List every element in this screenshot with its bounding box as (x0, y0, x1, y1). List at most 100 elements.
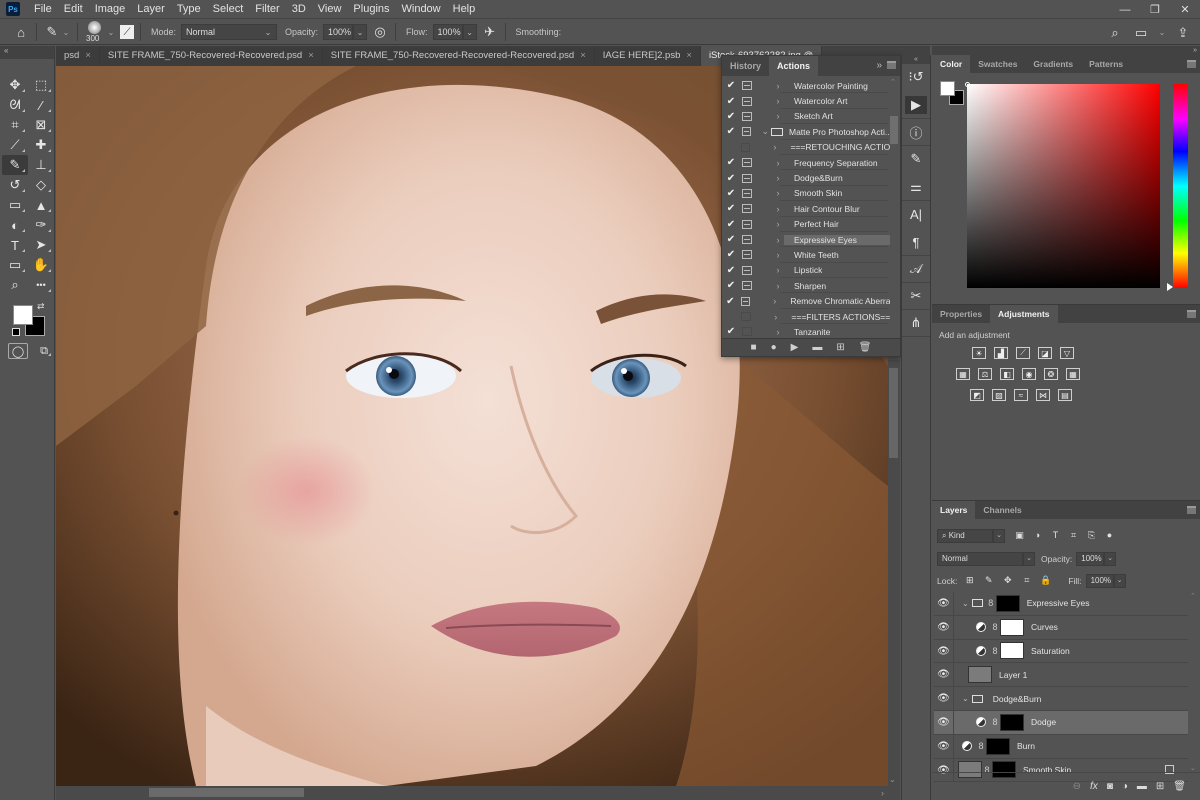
magic-wand-tool-icon[interactable]: ⁄ (28, 95, 54, 115)
mask-thumbnail[interactable] (986, 737, 1010, 755)
toggle-item-checkmark-icon[interactable]: ✔ (722, 157, 740, 168)
toggle-item-checkmark-icon[interactable]: ✔ (722, 296, 739, 307)
new-layer-button[interactable]: ⊞ (1156, 781, 1164, 792)
quick-mask-icon[interactable]: ◯ (8, 343, 28, 359)
dialog-toggle-icon[interactable] (740, 142, 751, 152)
action-item[interactable]: ✔ › Lipstick (722, 263, 890, 279)
action-item[interactable]: ✔ › Perfect Hair (722, 217, 890, 233)
blend-mode-select[interactable]: Normal (937, 552, 1023, 566)
visibility-eye-icon[interactable]: 👁 (934, 592, 954, 615)
threshold-icon[interactable]: ≈ (1014, 389, 1028, 401)
dialog-toggle-icon[interactable] (742, 235, 752, 245)
hue-saturation-icon[interactable]: ▦ (956, 368, 970, 380)
chevron-down-icon[interactable]: ⌄ (759, 126, 771, 137)
chevron-down-icon[interactable]: ⌄ (1023, 552, 1035, 566)
tab-layers[interactable]: Layers (932, 501, 976, 519)
expand-panel-icon[interactable]: » (876, 60, 882, 71)
invert-icon[interactable]: ◩ (970, 389, 984, 401)
move-tool-icon[interactable]: ✥ (2, 75, 28, 95)
lasso-tool-icon[interactable]: ᘛ (2, 95, 28, 115)
posterize-icon[interactable]: ▨ (992, 389, 1006, 401)
scroll-up-icon[interactable]: ⌃ (1190, 592, 1198, 600)
layers-scrollbar[interactable]: ⌃ ⌄ (1190, 592, 1198, 772)
tab-swatches[interactable]: Swatches (970, 55, 1025, 73)
hand-tool-icon[interactable]: ✋ (28, 255, 54, 275)
actions-icon[interactable]: ▶ (905, 96, 927, 114)
mask-thumbnail[interactable] (1000, 618, 1024, 636)
panel-menu-icon[interactable] (1187, 310, 1196, 318)
chevron-right-icon[interactable]: › (772, 250, 784, 260)
tab-patterns[interactable]: Patterns (1081, 55, 1131, 73)
dialog-toggle-icon[interactable] (742, 219, 752, 229)
visibility-eye-icon[interactable]: 👁 (934, 663, 954, 687)
layer-style-button[interactable]: fx (1090, 781, 1098, 792)
visibility-eye-icon[interactable]: 👁 (934, 615, 954, 639)
dialog-toggle-icon[interactable] (740, 296, 751, 306)
chevron-right-icon[interactable]: › (772, 281, 784, 291)
layer-name[interactable]: Burn (1017, 741, 1035, 751)
menu-3d[interactable]: 3D (286, 0, 312, 19)
chevron-right-icon[interactable]: › (772, 235, 784, 245)
link-icon[interactable]: 8 (990, 717, 1000, 727)
layer-thumbnail[interactable] (968, 666, 992, 684)
layer-row[interactable]: 👁 8 Dodge (934, 710, 1188, 735)
chevron-down-icon[interactable]: ⌄ (106, 23, 116, 41)
dialog-toggle-icon[interactable] (741, 312, 751, 322)
dialog-toggle-icon[interactable] (742, 188, 752, 198)
brush-preset-icon[interactable]: ✎ (43, 23, 61, 41)
restore-button[interactable]: ❐ (1140, 0, 1170, 19)
link-layers-button[interactable]: ⊖ (1073, 781, 1081, 792)
layer-row[interactable]: 👁 8 Curves (934, 615, 1188, 640)
chevron-down-icon[interactable]: ⌄ (962, 694, 969, 703)
menu-plugins[interactable]: Plugins (347, 0, 395, 19)
toggle-item-checkmark-icon[interactable]: ✔ (722, 203, 740, 214)
rectangle-tool-icon[interactable]: ▭ (2, 255, 28, 275)
curves-icon[interactable]: ⟋ (1016, 347, 1030, 359)
chevron-right-icon[interactable]: › (772, 81, 784, 91)
chevron-right-icon[interactable]: › (772, 265, 784, 275)
menu-window[interactable]: Window (396, 0, 447, 19)
action-item[interactable]: ✔ › White Teeth (722, 247, 890, 264)
scroll-up-icon[interactable]: ⌃ (890, 78, 896, 86)
action-item[interactable]: › ===RETOUCHING ACTIO... (722, 140, 890, 156)
hue-slider-handle[interactable] (1167, 283, 1173, 291)
chevron-down-icon[interactable]: ⌄ (1158, 24, 1166, 42)
color-picker-handle[interactable] (965, 82, 970, 87)
home-icon[interactable]: ⌂ (12, 23, 30, 41)
layer-opacity-input[interactable]: 100% (1076, 552, 1105, 566)
collapse-dock-icon[interactable]: « (902, 55, 930, 64)
search-icon[interactable]: ⌕ (1106, 24, 1124, 42)
action-item[interactable]: ✔ › Sharpen (722, 278, 890, 294)
adjustment-presets-icon[interactable]: ⚌ (905, 178, 927, 196)
menu-edit[interactable]: Edit (58, 0, 89, 19)
panel-menu-icon[interactable] (887, 61, 896, 69)
workspace-icon[interactable]: ▭ (1132, 24, 1150, 42)
zoom-tool-icon[interactable]: ⌕ (2, 275, 28, 295)
close-tab-icon[interactable]: × (686, 50, 692, 61)
link-icon[interactable]: 8 (986, 598, 996, 608)
info-icon[interactable]: ⓘ (905, 123, 927, 141)
tab-channels[interactable]: Channels (975, 501, 1029, 519)
close-tab-icon[interactable]: × (580, 50, 586, 61)
scroll-down-icon[interactable]: ⌄ (889, 775, 896, 784)
dialog-toggle-icon[interactable] (742, 265, 752, 275)
document-tab[interactable]: SITE FRAME_750-Recovered-Recovered-Recov… (322, 46, 595, 66)
layer-name[interactable]: Curves (1031, 622, 1058, 632)
tab-color[interactable]: Color (932, 55, 971, 73)
lock-transparent-icon[interactable]: ⊞ (963, 575, 976, 587)
foreground-color-swatch[interactable] (940, 81, 955, 96)
menu-help[interactable]: Help (447, 0, 482, 19)
panel-menu-icon[interactable] (1187, 506, 1196, 514)
chevron-down-icon[interactable]: ⌄ (993, 529, 1005, 543)
menu-file[interactable]: File (28, 0, 58, 19)
new-set-button[interactable]: ▬ (812, 342, 822, 353)
black-white-icon[interactable]: ◧ (1000, 368, 1014, 380)
flow-dropdown[interactable]: ⌄ (462, 24, 477, 40)
menu-filter[interactable]: Filter (249, 0, 285, 19)
horizontal-scroll-thumb[interactable] (149, 788, 304, 797)
layer-name[interactable]: Dodge (1031, 717, 1056, 727)
toggle-item-checkmark-icon[interactable]: ✔ (722, 249, 740, 260)
menu-view[interactable]: View (312, 0, 348, 19)
action-item[interactable]: ✔ › Remove Chromatic Aberra... (722, 293, 890, 310)
link-icon[interactable]: 8 (976, 741, 986, 751)
